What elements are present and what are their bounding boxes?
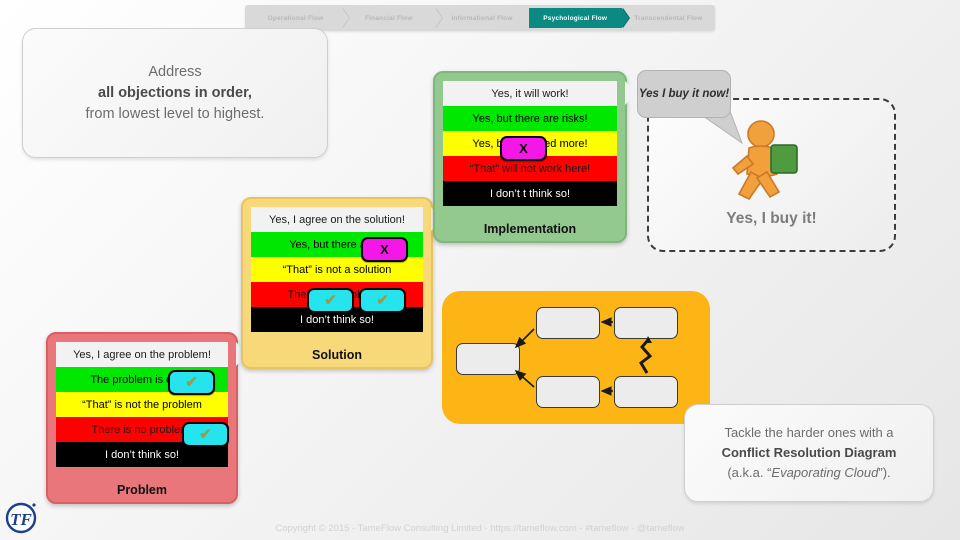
speech-bubble: Yes I buy it now! xyxy=(637,70,731,118)
stack-pointer-tip xyxy=(625,81,637,105)
objection-rows: Yes, I agree on the solution! Yes, but t… xyxy=(251,207,423,332)
check-icon: ✔ xyxy=(376,292,389,309)
cross-icon: X xyxy=(380,242,389,257)
breadcrumb-label: Psychological Flow xyxy=(543,14,608,22)
stack-caption: Implementation xyxy=(483,222,577,236)
breadcrumb-label: Transcendental Flow xyxy=(634,14,703,22)
breadcrumb-item-psychological-flow[interactable]: Psychological Flow xyxy=(528,8,631,28)
intro-line-3: from lowest level to highest. xyxy=(85,105,265,122)
objection-row[interactable]: Yes, it will work! xyxy=(443,81,617,106)
tameflow-logo-icon: TF xyxy=(5,502,37,534)
crd-callout: Tackle the harder ones with a Conflict R… xyxy=(684,404,934,502)
breadcrumb-item-operational-flow[interactable]: Operational Flow xyxy=(249,8,351,28)
objection-rows: Yes, I agree on the problem! The problem… xyxy=(56,342,228,467)
intro-line-2: all objections in order, xyxy=(98,84,252,101)
objection-badge-check[interactable]: ✔ xyxy=(182,422,229,447)
stack-caption: Solution xyxy=(312,348,362,362)
stack-caption: Problem xyxy=(116,483,167,497)
breadcrumb-item-financial-flow[interactable]: Financial Flow xyxy=(342,8,444,28)
customer-label: Yes, I buy it! xyxy=(726,210,817,227)
objection-badge-cross[interactable]: X xyxy=(500,136,547,161)
check-icon: ✔ xyxy=(199,426,212,443)
crd-callout-line-1: Tackle the harder ones with a xyxy=(724,425,894,440)
objection-row[interactable]: Yes, but there are risks! xyxy=(443,106,617,131)
crd-callout-line-3-prefix: (a.k.a. “ xyxy=(727,465,772,480)
crd-arrows xyxy=(514,317,653,396)
slide-canvas: Operational Flow Financial Flow Informat… xyxy=(0,0,960,540)
breadcrumb-item-transcendental-flow[interactable]: Transcendental Flow xyxy=(621,8,715,28)
breadcrumb-label: Operational Flow xyxy=(267,14,324,22)
objection-row[interactable]: Yes, I agree on the solution! xyxy=(251,207,423,232)
objection-badge-check[interactable]: ✔ xyxy=(168,370,215,395)
breadcrumb-label: Informational Flow xyxy=(451,14,513,22)
objection-stack-implementation: Yes, it will work! Yes, but there are ri… xyxy=(433,71,637,243)
check-icon: ✔ xyxy=(185,374,198,391)
objection-row[interactable]: “That” is not the problem xyxy=(56,392,228,417)
cross-icon: X xyxy=(519,141,528,156)
conflict-resolution-diagram-panel xyxy=(442,291,710,424)
objection-stack-problem: Yes, I agree on the problem! The problem… xyxy=(46,332,248,504)
footer-copyright: Copyright © 2015 - TameFlow Consulting L… xyxy=(275,523,685,534)
intro-line-1: Address xyxy=(148,63,202,80)
objection-badge-check[interactable]: ✔ xyxy=(307,288,354,313)
breadcrumb-item-informational-flow[interactable]: Informational Flow xyxy=(435,8,537,28)
objection-badge-cross[interactable]: X xyxy=(361,237,408,262)
svg-text:TF: TF xyxy=(10,510,32,529)
objection-stack-solution: Yes, I agree on the solution! Yes, but t… xyxy=(241,197,443,369)
objection-badge-check[interactable]: ✔ xyxy=(359,288,406,313)
objection-row[interactable]: I don’t t think so! xyxy=(443,181,617,206)
crd-callout-line-3-suffix: ”). xyxy=(878,465,891,480)
breadcrumb-label: Financial Flow xyxy=(365,14,413,22)
objection-row[interactable]: Yes, I agree on the problem! xyxy=(56,342,228,367)
crd-callout-line-2: Conflict Resolution Diagram xyxy=(721,445,897,460)
check-icon: ✔ xyxy=(324,292,337,309)
crd-callout-line-3-italic: Evaporating Cloud xyxy=(771,465,879,480)
customer-panel: Yes, I buy it! xyxy=(647,98,896,252)
intro-callout: Address all objections in order, from lo… xyxy=(22,28,328,158)
